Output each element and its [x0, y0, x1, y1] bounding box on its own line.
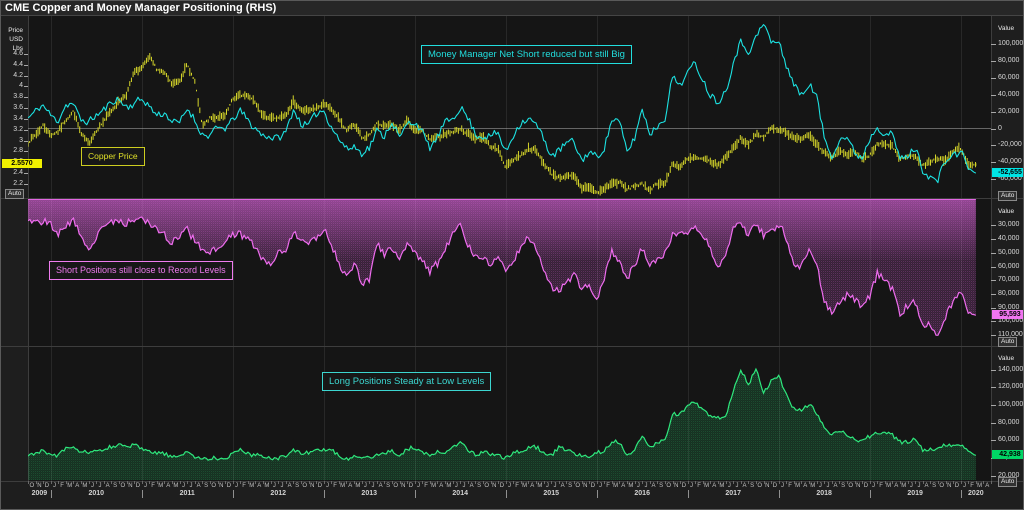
annotation-short-positions: Short Positions still close to Record Le…	[49, 261, 233, 280]
chart-plot-area[interactable]	[1, 1, 1024, 510]
value-axis-title: Value	[998, 355, 1014, 363]
copper-last-price-badge: 2.5570	[2, 159, 42, 168]
value-axis-title: Value	[998, 208, 1014, 216]
annotation-long-positions: Long Positions Steady at Low Levels	[322, 372, 491, 391]
annotation-net-short: Money Manager Net Short reduced but stil…	[421, 45, 632, 64]
auto-scale-button-long-axis[interactable]: Auto	[998, 477, 1017, 487]
long-position-value-badge: 42,938	[992, 450, 1024, 459]
positioning-chart-window: CME Copper and Money Manager Positioning…	[0, 0, 1024, 510]
short-position-value-badge: 95,593	[992, 310, 1024, 319]
chart-title: CME Copper and Money Manager Positioning…	[1, 1, 1023, 16]
price-axis-unit-line: Lbs	[1, 45, 23, 53]
price-axis-unit-line: Price	[1, 27, 23, 35]
auto-scale-button-price-axis[interactable]: Auto	[5, 189, 24, 199]
auto-scale-button-net-axis[interactable]: Auto	[998, 191, 1017, 201]
copper-price-label: Copper Price	[81, 147, 145, 166]
net-position-value-badge: -52,655	[992, 168, 1024, 177]
value-axis-title: Value	[998, 25, 1014, 33]
auto-scale-button-short-axis[interactable]: Auto	[998, 337, 1017, 347]
price-axis-unit-line: USD	[1, 36, 23, 44]
